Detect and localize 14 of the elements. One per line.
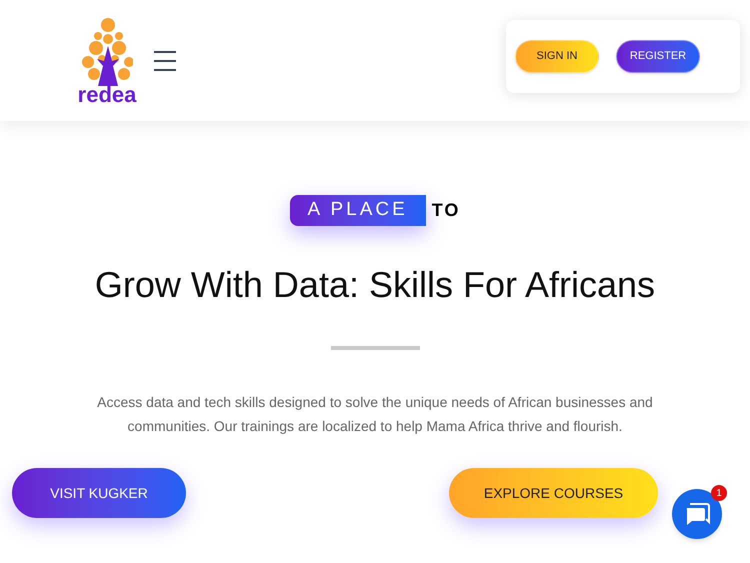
auth-button[interactable]: SIGN IN [515, 40, 599, 73]
tree-logo-icon [81, 16, 133, 86]
auth-button[interactable]: REGISTER [616, 40, 700, 73]
chat-button[interactable] [672, 489, 722, 539]
menu-icon[interactable] [154, 50, 176, 72]
notification-badge: 1 [711, 485, 727, 501]
hero-description: Access data and tech skills designed to solve the unique needs of African businesses and communities. Our trainings are localized to help Mama Africa thrive and flourish. [96, 393, 654, 436]
cta-button[interactable]: VISIT KUGKER [12, 468, 186, 518]
chat-icon [684, 502, 710, 526]
cta-button[interactable]: EXPLORE COURSES [449, 468, 658, 518]
tag-highlight: A PLACE [290, 195, 426, 226]
tag-text: TO [432, 199, 460, 222]
logo-text: redea [78, 84, 136, 106]
hero-title: Grow With Data: Skills For Africans [94, 263, 656, 307]
